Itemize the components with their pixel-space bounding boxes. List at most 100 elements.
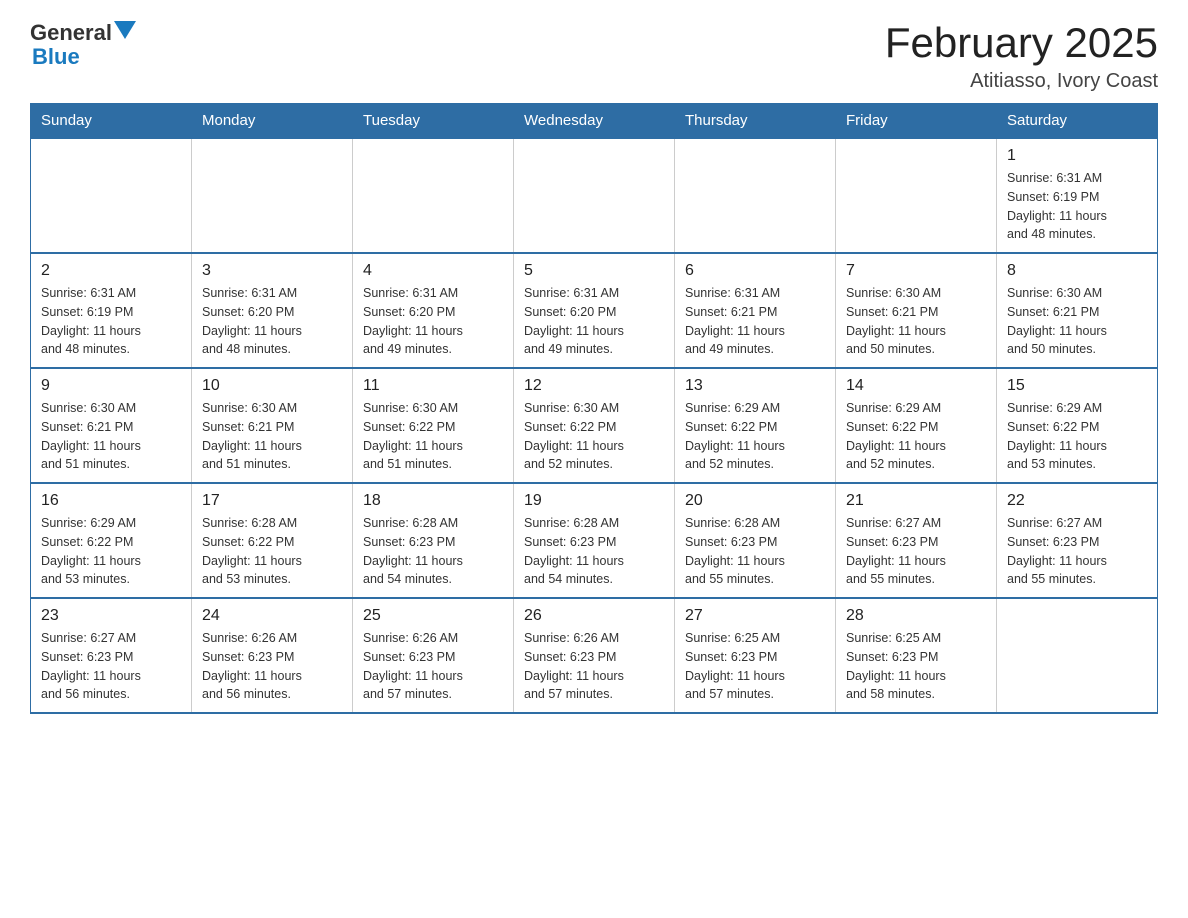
day-cell: 22 Sunrise: 6:27 AMSunset: 6:23 PMDayligh… [997, 483, 1158, 598]
day-info: Sunrise: 6:31 AMSunset: 6:21 PMDaylight:… [685, 284, 825, 359]
day-info: Sunrise: 6:30 AMSunset: 6:22 PMDaylight:… [363, 399, 503, 474]
day-info: Sunrise: 6:26 AMSunset: 6:23 PMDaylight:… [524, 629, 664, 704]
calendar-subtitle: Atitiasso, Ivory Coast [885, 70, 1158, 93]
logo-general-text: General [30, 20, 112, 46]
day-number: 18 [363, 492, 503, 510]
day-number: 8 [1007, 262, 1147, 280]
day-info: Sunrise: 6:30 AMSunset: 6:21 PMDaylight:… [1007, 284, 1147, 359]
day-cell [192, 138, 353, 253]
calendar-header: SundayMondayTuesdayWednesdayThursdayFrid… [31, 104, 1158, 139]
day-cell: 19 Sunrise: 6:28 AMSunset: 6:23 PMDayligh… [514, 483, 675, 598]
day-cell [353, 138, 514, 253]
day-cell: 24 Sunrise: 6:26 AMSunset: 6:23 PMDayligh… [192, 598, 353, 713]
day-cell: 1 Sunrise: 6:31 AMSunset: 6:19 PMDaylight… [997, 138, 1158, 253]
weekday-row: SundayMondayTuesdayWednesdayThursdayFrid… [31, 104, 1158, 139]
day-info: Sunrise: 6:25 AMSunset: 6:23 PMDaylight:… [685, 629, 825, 704]
day-cell: 25Sunrise: 6:26 AMSunset: 6:23 PMDayligh… [353, 598, 514, 713]
day-info: Sunrise: 6:28 AMSunset: 6:22 PMDaylight:… [202, 514, 342, 589]
weekday-header-friday: Friday [836, 104, 997, 139]
week-row-1: 1 Sunrise: 6:31 AMSunset: 6:19 PMDaylight… [31, 138, 1158, 253]
day-info: Sunrise: 6:29 AMSunset: 6:22 PMDaylight:… [846, 399, 986, 474]
day-number: 1 [1007, 147, 1147, 165]
day-info: Sunrise: 6:28 AMSunset: 6:23 PMDaylight:… [685, 514, 825, 589]
day-info: Sunrise: 6:31 AMSunset: 6:19 PMDaylight:… [1007, 169, 1147, 244]
day-cell: 2 Sunrise: 6:31 AMSunset: 6:19 PMDaylight… [31, 253, 192, 368]
week-row-5: 23Sunrise: 6:27 AMSunset: 6:23 PMDayligh… [31, 598, 1158, 713]
day-cell: 8 Sunrise: 6:30 AMSunset: 6:21 PMDaylight… [997, 253, 1158, 368]
day-cell: 18 Sunrise: 6:28 AMSunset: 6:23 PMDayligh… [353, 483, 514, 598]
day-cell: 15 Sunrise: 6:29 AMSunset: 6:22 PMDayligh… [997, 368, 1158, 483]
day-info: Sunrise: 6:27 AMSunset: 6:23 PMDaylight:… [41, 629, 181, 704]
day-info: Sunrise: 6:31 AMSunset: 6:19 PMDaylight:… [41, 284, 181, 359]
day-cell: 23Sunrise: 6:27 AMSunset: 6:23 PMDayligh… [31, 598, 192, 713]
day-info: Sunrise: 6:29 AMSunset: 6:22 PMDaylight:… [685, 399, 825, 474]
day-cell: 3 Sunrise: 6:31 AMSunset: 6:20 PMDaylight… [192, 253, 353, 368]
day-info: Sunrise: 6:29 AMSunset: 6:22 PMDaylight:… [1007, 399, 1147, 474]
day-number: 12 [524, 377, 664, 395]
day-info: Sunrise: 6:29 AMSunset: 6:22 PMDaylight:… [41, 514, 181, 589]
day-number: 19 [524, 492, 664, 510]
week-row-2: 2 Sunrise: 6:31 AMSunset: 6:19 PMDaylight… [31, 253, 1158, 368]
day-info: Sunrise: 6:31 AMSunset: 6:20 PMDaylight:… [202, 284, 342, 359]
day-number: 9 [41, 377, 181, 395]
logo: General Blue [30, 20, 136, 70]
day-cell [675, 138, 836, 253]
day-info: Sunrise: 6:26 AMSunset: 6:23 PMDaylight:… [202, 629, 342, 704]
calendar-title: February 2025 [885, 20, 1158, 66]
weekday-header-tuesday: Tuesday [353, 104, 514, 139]
day-number: 27 [685, 607, 825, 625]
calendar-body: 1 Sunrise: 6:31 AMSunset: 6:19 PMDaylight… [31, 138, 1158, 713]
logo-blue-text: Blue [32, 44, 80, 70]
day-cell: 28Sunrise: 6:25 AMSunset: 6:23 PMDayligh… [836, 598, 997, 713]
day-info: Sunrise: 6:30 AMSunset: 6:21 PMDaylight:… [41, 399, 181, 474]
calendar-table: SundayMondayTuesdayWednesdayThursdayFrid… [30, 103, 1158, 714]
day-cell: 10 Sunrise: 6:30 AMSunset: 6:21 PMDayligh… [192, 368, 353, 483]
logo-icon [114, 21, 136, 39]
day-number: 28 [846, 607, 986, 625]
day-cell: 21 Sunrise: 6:27 AMSunset: 6:23 PMDayligh… [836, 483, 997, 598]
day-number: 25 [363, 607, 503, 625]
weekday-header-wednesday: Wednesday [514, 104, 675, 139]
day-cell: 16Sunrise: 6:29 AMSunset: 6:22 PMDayligh… [31, 483, 192, 598]
day-number: 2 [41, 262, 181, 280]
day-number: 21 [846, 492, 986, 510]
day-number: 22 [1007, 492, 1147, 510]
day-info: Sunrise: 6:30 AMSunset: 6:22 PMDaylight:… [524, 399, 664, 474]
day-info: Sunrise: 6:31 AMSunset: 6:20 PMDaylight:… [524, 284, 664, 359]
day-cell: 14 Sunrise: 6:29 AMSunset: 6:22 PMDayligh… [836, 368, 997, 483]
day-cell: 20 Sunrise: 6:28 AMSunset: 6:23 PMDayligh… [675, 483, 836, 598]
day-info: Sunrise: 6:27 AMSunset: 6:23 PMDaylight:… [1007, 514, 1147, 589]
day-number: 14 [846, 377, 986, 395]
page-header: General Blue February 2025 Atitiasso, Iv… [30, 20, 1158, 93]
day-number: 3 [202, 262, 342, 280]
day-number: 7 [846, 262, 986, 280]
day-number: 17 [202, 492, 342, 510]
day-info: Sunrise: 6:28 AMSunset: 6:23 PMDaylight:… [363, 514, 503, 589]
logo-line1: General [30, 20, 136, 46]
day-number: 24 [202, 607, 342, 625]
day-cell [31, 138, 192, 253]
day-info: Sunrise: 6:27 AMSunset: 6:23 PMDaylight:… [846, 514, 986, 589]
day-info: Sunrise: 6:31 AMSunset: 6:20 PMDaylight:… [363, 284, 503, 359]
day-number: 13 [685, 377, 825, 395]
day-cell [836, 138, 997, 253]
day-cell: 13 Sunrise: 6:29 AMSunset: 6:22 PMDayligh… [675, 368, 836, 483]
weekday-header-thursday: Thursday [675, 104, 836, 139]
day-number: 15 [1007, 377, 1147, 395]
weekday-header-sunday: Sunday [31, 104, 192, 139]
day-number: 10 [202, 377, 342, 395]
weekday-header-monday: Monday [192, 104, 353, 139]
day-number: 20 [685, 492, 825, 510]
day-number: 5 [524, 262, 664, 280]
day-cell: 6Sunrise: 6:31 AMSunset: 6:21 PMDaylight… [675, 253, 836, 368]
day-cell: 4Sunrise: 6:31 AMSunset: 6:20 PMDaylight… [353, 253, 514, 368]
day-cell: 9 Sunrise: 6:30 AMSunset: 6:21 PMDaylight… [31, 368, 192, 483]
day-info: Sunrise: 6:28 AMSunset: 6:23 PMDaylight:… [524, 514, 664, 589]
day-info: Sunrise: 6:30 AMSunset: 6:21 PMDaylight:… [846, 284, 986, 359]
day-info: Sunrise: 6:30 AMSunset: 6:21 PMDaylight:… [202, 399, 342, 474]
day-number: 26 [524, 607, 664, 625]
day-cell [997, 598, 1158, 713]
week-row-3: 9 Sunrise: 6:30 AMSunset: 6:21 PMDaylight… [31, 368, 1158, 483]
day-cell: 11Sunrise: 6:30 AMSunset: 6:22 PMDayligh… [353, 368, 514, 483]
day-cell [514, 138, 675, 253]
